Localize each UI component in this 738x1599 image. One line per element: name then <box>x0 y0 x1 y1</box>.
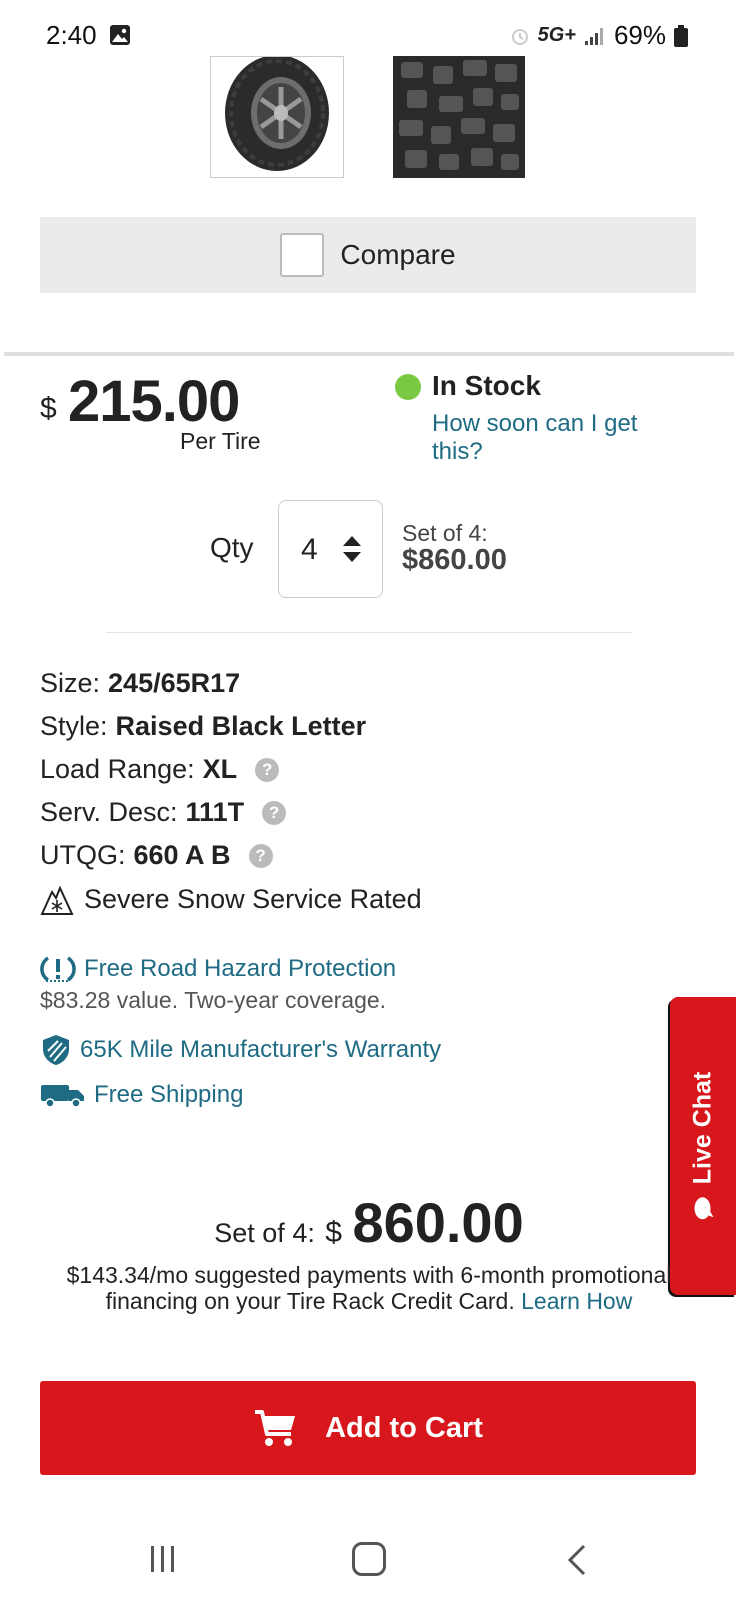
set-label: Set of 4: <box>402 520 488 546</box>
total-currency: $ <box>325 1216 342 1249</box>
tire-wheel-thumbnail[interactable] <box>210 56 344 178</box>
battery-percentage: 69% <box>613 20 666 50</box>
tire-alert-icon <box>40 956 76 982</box>
shopping-cart-icon <box>255 1410 296 1446</box>
help-icon[interactable]: ? <box>255 757 280 782</box>
system-nav-bar <box>0 1520 738 1599</box>
back-icon[interactable] <box>566 1544 588 1576</box>
spec-style-label: Style: <box>40 711 108 741</box>
total-value: 860.00 <box>352 1191 524 1254</box>
road-hazard-subtext: $83.28 value. Two-year coverage. <box>40 987 387 1013</box>
section-divider <box>106 632 632 633</box>
spec-serv-label: Serv. Desc: <box>40 797 178 827</box>
delivery-estimate-link[interactable]: How soon can I get this? <box>432 410 682 466</box>
qty-stepper-icon[interactable] <box>341 533 363 565</box>
road-hazard-label: Free Road Hazard Protection <box>84 955 397 982</box>
spec-utqg-value: 660 A B <box>133 840 231 870</box>
recent-apps-icon[interactable] <box>148 1544 178 1574</box>
compare-bar[interactable]: Compare <box>40 217 696 293</box>
spec-style: Style: Raised Black Letter <box>40 711 366 742</box>
qty-label: Qty <box>210 532 254 563</box>
spec-load-value: XL <box>202 754 238 784</box>
in-stock-indicator-icon <box>395 374 421 400</box>
spec-service-desc: Serv. Desc: 111T ? <box>40 797 287 828</box>
spec-size: Size: 245/65R17 <box>40 668 240 699</box>
tire-wheel-image <box>225 57 329 171</box>
financing-text: $143.34/mo suggested payments with 6-mon… <box>36 1262 702 1314</box>
status-time: 2:40 <box>46 20 97 50</box>
qty-value: 4 <box>301 533 318 566</box>
status-bar: 2:40 5G+ 69% <box>0 0 738 60</box>
truck-icon <box>41 1085 84 1108</box>
add-to-cart-button[interactable]: Add to Cart <box>40 1381 696 1475</box>
total-price: Set of 4: $ 860.00 <box>0 1190 738 1255</box>
spec-utqg: UTQG: 660 A B ? <box>40 840 273 871</box>
warranty-label: 65K Mile Manufacturer's Warranty <box>80 1036 442 1063</box>
price-currency: $ <box>40 392 57 425</box>
stock-status: In Stock <box>432 370 541 401</box>
shipping-link[interactable]: Free Shipping <box>40 1081 243 1109</box>
compare-checkbox[interactable] <box>280 233 325 277</box>
snow-rated-text: Severe Snow Service Rated <box>84 883 422 914</box>
help-icon[interactable]: ? <box>248 843 273 868</box>
price-value: 215.00 <box>68 369 240 434</box>
alarm-icon <box>511 28 528 45</box>
spec-load-label: Load Range: <box>40 754 195 784</box>
learn-how-link[interactable]: Learn How <box>521 1288 632 1314</box>
spec-size-value: 245/65R17 <box>108 668 241 698</box>
tire-tread-image <box>393 56 525 178</box>
spec-serv-value: 111T <box>185 797 245 827</box>
image-notification-icon <box>110 25 130 45</box>
section-divider <box>4 352 734 356</box>
spec-size-label: Size: <box>40 668 101 698</box>
help-icon[interactable]: ? <box>262 800 287 825</box>
signal-icon <box>584 27 603 45</box>
tire-tread-thumbnail[interactable] <box>393 56 525 178</box>
compare-label: Compare <box>340 239 456 270</box>
live-chat-label: Live Chat <box>688 1071 717 1185</box>
spec-style-value: Raised Black Letter <box>115 711 367 741</box>
home-icon[interactable] <box>352 1542 386 1576</box>
shield-icon <box>43 1035 69 1065</box>
spec-snow-rated: Severe Snow Service Rated <box>40 882 422 916</box>
price-unit: Per Tire <box>180 428 261 454</box>
network-indicator: 5G+ <box>537 24 576 46</box>
set-price: $860.00 <box>402 544 507 576</box>
add-to-cart-label: Add to Cart <box>325 1411 483 1444</box>
warranty-link[interactable]: 65K Mile Manufacturer's Warranty <box>40 1033 441 1067</box>
qty-select[interactable]: 4 <box>278 500 383 598</box>
road-hazard-link[interactable]: Free Road Hazard Protection <box>40 954 396 984</box>
battery-icon <box>674 24 688 47</box>
shipping-label: Free Shipping <box>94 1081 244 1108</box>
mountain-snowflake-icon <box>40 885 74 915</box>
spec-utqg-label: UTQG: <box>40 840 126 870</box>
spec-load-range: Load Range: XL ? <box>40 754 280 785</box>
total-label: Set of 4: <box>214 1218 315 1248</box>
